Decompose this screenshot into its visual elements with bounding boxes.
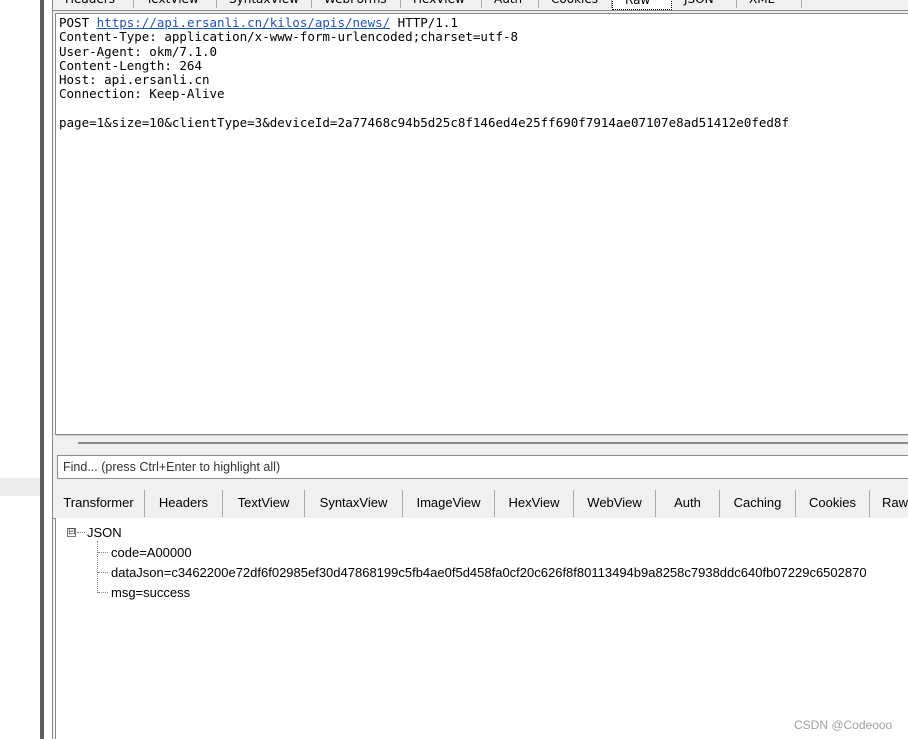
tab-transformer[interactable]: Transformer (53, 490, 145, 517)
horizontal-splitter[interactable] (53, 482, 908, 490)
request-url-link[interactable]: https://api.ersanli.cn/kilos/apis/news/ (97, 15, 391, 30)
tab-webforms[interactable]: WebForms (312, 0, 401, 8)
tab-cookies[interactable]: Cookies (539, 0, 612, 8)
raw-request-text: POST https://api.ersanli.cn/kilos/apis/n… (59, 15, 789, 131)
tab-auth[interactable]: Auth (656, 490, 720, 517)
horizontal-scrollbar[interactable] (56, 435, 908, 453)
json-root-node[interactable]: JSON (87, 525, 122, 540)
tab-imageview[interactable]: ImageView (403, 490, 495, 517)
request-tabs: Headers TextView SyntaxView WebForms Hex… (53, 0, 908, 11)
pane-splitter[interactable] (40, 0, 44, 739)
json-node-datajson[interactable]: dataJson=c3462200e72df6f02985ef30d478681… (111, 565, 867, 580)
tree-connector (97, 541, 98, 593)
find-placeholder: Find... (press Ctrl+Enter to highlight a… (63, 460, 281, 474)
header-line: Connection: Keep-Alive (59, 86, 225, 102)
tab-webview[interactable]: WebView (574, 490, 656, 517)
tree-connector (77, 532, 85, 533)
tab-json[interactable]: JSON (672, 0, 737, 8)
tree-connector (98, 592, 108, 593)
tab-hexview[interactable]: HexView (495, 490, 574, 517)
tab-raw[interactable]: Raw (870, 490, 908, 517)
tab-caching[interactable]: Caching (720, 490, 796, 517)
tab-xml[interactable]: XML (737, 0, 802, 8)
header-line: User-Agent: okm/7.1.0 (59, 43, 218, 59)
tab-textview[interactable]: TextView (134, 0, 217, 8)
tab-textview[interactable]: TextView (223, 490, 305, 517)
json-node-msg[interactable]: msg=success (111, 585, 190, 600)
response-tabs: Transformer Headers TextView SyntaxView … (53, 490, 908, 519)
tab-headers[interactable]: Headers (53, 0, 134, 8)
tab-cookies[interactable]: Cookies (796, 490, 870, 517)
header-line: Host: api.ersanli.cn (59, 72, 210, 88)
collapse-icon[interactable]: ⊟ (67, 528, 76, 537)
left-gray-band (0, 478, 40, 496)
tab-headers[interactable]: Headers (145, 490, 223, 517)
tree-connector (98, 552, 108, 553)
request-body: page=1&size=10&clientType=3&deviceId=2a7… (59, 115, 789, 131)
request-method: POST (59, 15, 97, 30)
tab-raw[interactable]: Raw (612, 0, 672, 10)
watermark-text: CSDN @Codeooo (794, 718, 893, 732)
tab-hexview[interactable]: HexView (401, 0, 482, 8)
tab-syntaxview[interactable]: SyntaxView (217, 0, 312, 8)
tab-syntaxview[interactable]: SyntaxView (305, 490, 403, 517)
header-line: Content-Length: 264 (59, 57, 202, 73)
tab-auth[interactable]: Auth (482, 0, 539, 8)
tree-connector (98, 572, 108, 573)
scrollbar-thumb[interactable] (78, 442, 908, 444)
left-blank-area (0, 0, 40, 739)
request-protocol: HTTP/1.1 (390, 15, 458, 30)
json-node-code[interactable]: code=A00000 (111, 545, 192, 560)
header-line: Content-Type: application/x-www-form-url… (59, 29, 519, 45)
